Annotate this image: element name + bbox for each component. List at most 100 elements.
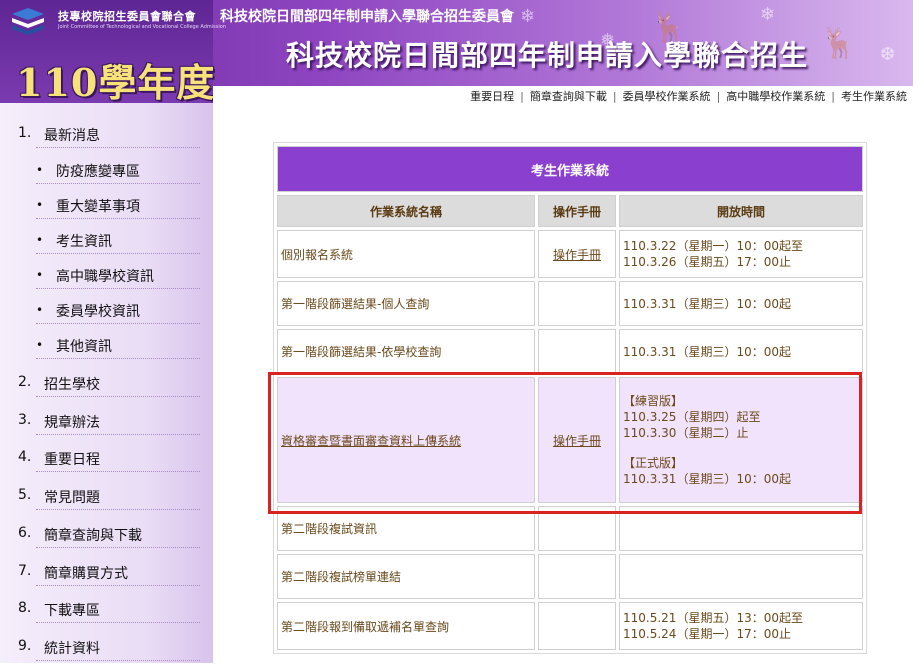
sidebar-item-label: 最新消息 bbox=[44, 128, 100, 144]
upload-system-link[interactable]: 資格審查暨書面審查資料上傳系統 bbox=[281, 434, 461, 448]
table-row: 第二階段複試榜單連結 bbox=[277, 554, 863, 599]
table-row: 第二階段複試資訊 bbox=[277, 506, 863, 551]
snowflake-icon: ❆ bbox=[880, 44, 896, 65]
divider bbox=[36, 183, 200, 184]
item-number: 6. bbox=[18, 525, 32, 541]
system-name-cell: 第一階段篩選結果-個人查詢 bbox=[277, 281, 535, 326]
divider bbox=[36, 218, 200, 219]
sidebar-item-highschool-info[interactable]: • 高中職學校資訊 bbox=[0, 255, 200, 293]
system-name-cell: 第一階段篩選結果-依學校查詢 bbox=[277, 329, 535, 374]
open-time-cell bbox=[619, 506, 863, 551]
sidebar-item-label: 考生資訊 bbox=[56, 234, 112, 250]
sidebar-item-other-info[interactable]: • 其他資訊 bbox=[0, 325, 200, 363]
divider bbox=[36, 622, 200, 623]
table-header-row: 作業系統名稱 操作手冊 開放時間 bbox=[277, 195, 863, 227]
time-line: 110.3.25（星期四）起至 bbox=[623, 410, 761, 424]
sidebar: 1. 最新消息 • 防疫應變專區 • 重大變革事項 • 考生資訊 • 高中職學校… bbox=[0, 103, 213, 663]
system-name-cell: 個別報名系統 bbox=[277, 230, 535, 278]
sidebar-item-regulations[interactable]: 3. 規章辦法 bbox=[0, 401, 200, 439]
system-name-cell: 資格審查暨書面審查資料上傳系統 bbox=[277, 377, 535, 503]
sidebar-item-label: 招生學校 bbox=[44, 377, 100, 393]
manual-cell: 操作手冊 bbox=[538, 377, 616, 503]
table-row: 第一階段篩選結果-個人查詢 110.3.31（星期三）10：00起 bbox=[277, 281, 863, 326]
manual-cell bbox=[538, 506, 616, 551]
reindeer-decoration-icon: 🦌 bbox=[820, 26, 858, 61]
manual-link[interactable]: 操作手冊 bbox=[553, 248, 601, 262]
sidebar-item-brochure-download[interactable]: 6. 簡章查詢與下載 bbox=[0, 514, 200, 552]
sidebar-item-downloads[interactable]: 8. 下載專區 bbox=[0, 589, 200, 627]
col-header-system-name: 作業系統名稱 bbox=[277, 195, 535, 227]
system-name-cell: 第二階段報到備取遞補名單查詢 bbox=[277, 602, 535, 650]
book-logo-icon bbox=[12, 8, 44, 35]
bullet-icon: • bbox=[36, 233, 44, 247]
divider bbox=[36, 509, 200, 510]
sidebar-item-epidemic[interactable]: • 防疫應變專區 bbox=[0, 150, 200, 188]
sidebar-item-label: 高中職學校資訊 bbox=[56, 269, 154, 285]
year-title: 110學年度 bbox=[16, 60, 216, 103]
sidebar-item-applicant-info[interactable]: • 考生資訊 bbox=[0, 220, 200, 258]
time-line: 110.3.31（星期三）10：00起 bbox=[623, 344, 791, 359]
open-time-cell: 110.5.21（星期五）13：00起至 110.5.24（星期一）17：00止 bbox=[619, 602, 863, 650]
col-header-manual: 操作手冊 bbox=[538, 195, 616, 227]
open-time-cell: 110.3.31（星期三）10：00起 bbox=[619, 281, 863, 326]
sidebar-item-label: 規章辦法 bbox=[44, 415, 100, 431]
org-subtitle: Joint Committee of Technological and Voc… bbox=[58, 24, 226, 30]
open-time-cell: 【練習版】 110.3.25（星期四）起至 110.3.30（星期二）止 【正式… bbox=[619, 377, 863, 503]
nav-highschool-system[interactable]: 高中職學校作業系統 bbox=[720, 86, 831, 103]
sidebar-item-major-changes[interactable]: • 重大變革事項 bbox=[0, 185, 200, 223]
nav-important-dates[interactable]: 重要日程 bbox=[464, 86, 520, 103]
manual-cell: 操作手冊 bbox=[538, 230, 616, 278]
open-time-cell: 110.3.22（星期一）10：00起至 110.3.26（星期五）17：00止 bbox=[619, 230, 863, 278]
sidebar-item-statistics[interactable]: 9. 統計資料 bbox=[0, 627, 200, 665]
time-line: 110.3.31（星期三）10：00起 bbox=[623, 472, 791, 486]
nav-applicant-system[interactable]: 考生作業系統 bbox=[835, 86, 913, 103]
time-line: 【正式版】 bbox=[623, 456, 684, 470]
sidebar-item-brochure-purchase[interactable]: 7. 簡章購買方式 bbox=[0, 552, 200, 590]
sidebar-item-label: 其他資訊 bbox=[56, 339, 112, 355]
sidebar-item-schedule[interactable]: 4. 重要日程 bbox=[0, 438, 200, 476]
time-line: 110.3.22（星期一）10：00起至 bbox=[623, 239, 803, 253]
logo-area[interactable]: 技專校院招生委員會聯合會 Joint Committee of Technolo… bbox=[0, 0, 226, 103]
item-number: 7. bbox=[18, 563, 32, 579]
sidebar-item-schools[interactable]: 2. 招生學校 bbox=[0, 363, 200, 401]
time-line: 110.3.26（星期五）17：00止 bbox=[623, 255, 791, 269]
bullet-icon: • bbox=[36, 198, 44, 212]
system-name-cell: 第二階段複試資訊 bbox=[277, 506, 535, 551]
item-number: 5. bbox=[18, 487, 32, 503]
time-line bbox=[623, 441, 859, 455]
bullet-icon: • bbox=[36, 268, 44, 282]
bullet-icon: • bbox=[36, 338, 44, 352]
snowflake-icon: ❄ bbox=[760, 4, 776, 25]
time-line: 【練習版】 bbox=[623, 394, 684, 408]
manual-cell bbox=[538, 329, 616, 374]
col-header-open-time: 開放時間 bbox=[619, 195, 863, 227]
table-caption: 考生作業系統 bbox=[277, 146, 863, 192]
manual-link[interactable]: 操作手冊 bbox=[553, 434, 601, 448]
table-row: 個別報名系統 操作手冊 110.3.22（星期一）10：00起至 110.3.2… bbox=[277, 230, 863, 278]
sidebar-item-label: 常見問題 bbox=[44, 490, 100, 506]
applicant-system-table: 考生作業系統 作業系統名稱 操作手冊 開放時間 個別報名系統 操作手冊 110.… bbox=[273, 142, 867, 654]
time-line: 110.3.30（星期二）止 bbox=[623, 426, 749, 440]
time-line: 110.5.24（星期一）17：00止 bbox=[623, 627, 791, 641]
table-row: 第一階段篩選結果-依學校查詢 110.3.31（星期三）10：00起 bbox=[277, 329, 863, 374]
sidebar-item-label: 簡章購買方式 bbox=[44, 566, 128, 582]
sidebar-item-label: 統計資料 bbox=[44, 641, 100, 657]
table-row: 第二階段報到備取遞補名單查詢 110.5.21（星期五）13：00起至 110.… bbox=[277, 602, 863, 650]
open-time-cell bbox=[619, 554, 863, 599]
item-number: 1. bbox=[18, 125, 32, 141]
sidebar-item-label: 委員學校資訊 bbox=[56, 304, 140, 320]
divider bbox=[36, 396, 200, 397]
nav-brochure-download[interactable]: 簡章查詢與下載 bbox=[524, 86, 613, 103]
item-number: 2. bbox=[18, 374, 32, 390]
divider bbox=[36, 660, 200, 661]
snowflake-icon: ❄ bbox=[520, 6, 536, 27]
nav-member-school-system[interactable]: 委員學校作業系統 bbox=[617, 86, 717, 103]
sidebar-item-label: 重大變革事項 bbox=[56, 199, 140, 215]
time-line: 110.3.31（星期三）10：00起 bbox=[623, 296, 791, 311]
site-header: ❄ ❅ ❄ ❆ 🦌 🦌 技專校院招生委員會聯合會 Joint Committee… bbox=[0, 0, 913, 103]
sidebar-item-label: 下載專區 bbox=[44, 603, 100, 619]
sidebar-item-faq[interactable]: 5. 常見問題 bbox=[0, 476, 200, 514]
sidebar-item-label: 防疫應變專區 bbox=[56, 164, 140, 180]
sidebar-item-member-school-info[interactable]: • 委員學校資訊 bbox=[0, 290, 200, 328]
sidebar-item-news[interactable]: 1. 最新消息 bbox=[0, 114, 200, 152]
